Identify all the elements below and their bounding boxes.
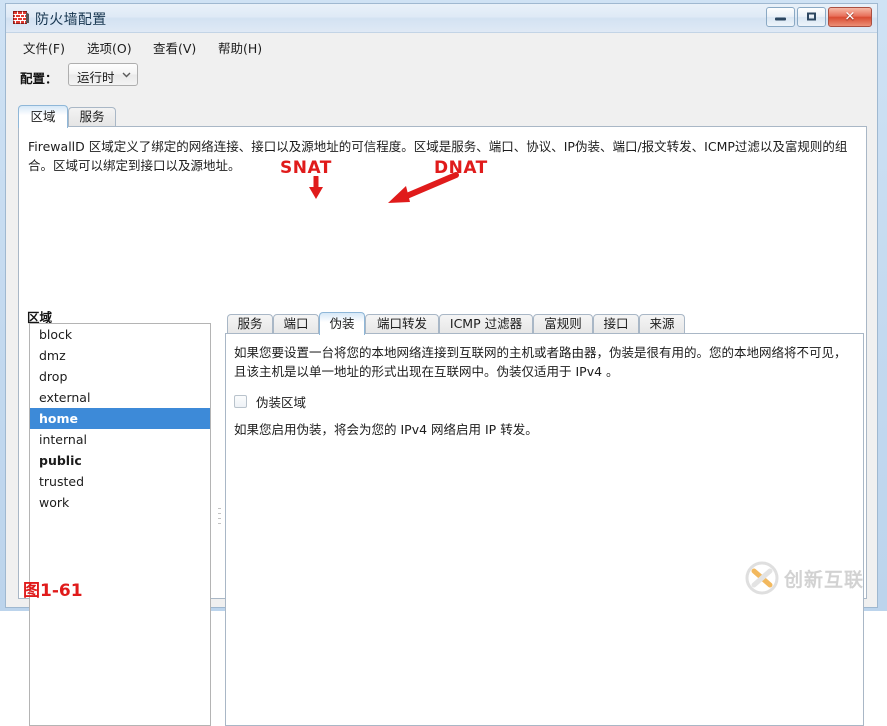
menu-view[interactable]: 查看(V): [150, 37, 199, 58]
figure-caption: 图1-61: [23, 581, 83, 601]
window-inner: 防火墙配置 ✕ 文件(F) 选项(O) 查看(V) 帮助(H) 配置： 运行时 …: [5, 3, 878, 726]
zone-item-trusted[interactable]: trusted: [30, 471, 210, 492]
maximize-icon: [807, 12, 816, 21]
firewall-brick-icon: [13, 11, 29, 24]
window-frame: 防火墙配置 ✕ 文件(F) 选项(O) 查看(V) 帮助(H) 配置： 运行时 …: [0, 0, 887, 726]
tab-zones[interactable]: 区域: [18, 105, 68, 128]
masquerade-checkbox-label: 伪装区域: [256, 395, 307, 410]
tab-port-forward[interactable]: 端口转发: [365, 314, 439, 334]
tab-services-inner[interactable]: 服务: [227, 314, 273, 334]
zone-item-dmz[interactable]: dmz: [30, 345, 210, 366]
menu-help[interactable]: 帮助(H): [215, 37, 265, 58]
annotation-snat-label: SNAT: [280, 158, 332, 178]
zone-item-drop[interactable]: drop: [30, 366, 210, 387]
watermark-text: 创新互联: [784, 568, 865, 591]
masquerade-description: 如果您要设置一台将您的本地网络连接到互联网的主机或者路由器，伪装是很有用的。您的…: [234, 345, 847, 379]
masquerade-note: 如果您启用伪装，将会为您的 IPv4 网络启用 IP 转发。: [234, 422, 538, 437]
outer-tab-strip: 区域 服务: [18, 105, 867, 128]
tab-icmp-filter[interactable]: ICMP 过滤器: [439, 314, 533, 334]
close-icon: ✕: [844, 9, 856, 25]
masquerade-panel: 如果您要设置一台将您的本地网络连接到互联网的主机或者路由器，伪装是很有用的。您的…: [225, 333, 864, 726]
zone-item-external[interactable]: external: [30, 387, 210, 408]
zone-item-block[interactable]: block: [30, 324, 210, 345]
splitter-grip: [218, 508, 221, 542]
tab-services[interactable]: 服务: [68, 107, 116, 127]
zone-item-work[interactable]: work: [30, 492, 210, 513]
zone-item-public[interactable]: public: [30, 450, 210, 471]
tab-sources[interactable]: 来源: [639, 314, 685, 334]
zone-item-internal[interactable]: internal: [30, 429, 210, 450]
zone-item-home[interactable]: home: [30, 408, 210, 429]
menu-bar: 文件(F) 选项(O) 查看(V) 帮助(H): [6, 33, 877, 58]
config-dropdown-value: 运行时: [77, 70, 115, 85]
masquerade-checkbox-row[interactable]: 伪装区域: [234, 392, 306, 411]
inner-tab-strip: 服务 端口 伪装 端口转发 ICMP 过滤器 富规则 接口 来源: [227, 312, 685, 335]
tab-masquerade[interactable]: 伪装: [319, 312, 365, 335]
title-bar[interactable]: 防火墙配置 ✕: [6, 4, 877, 33]
tab-rich-rules[interactable]: 富规则: [533, 314, 593, 334]
tab-interfaces[interactable]: 接口: [593, 314, 639, 334]
circle-x-logo: [745, 561, 779, 595]
window-title: 防火墙配置: [35, 12, 107, 28]
annotation-dnat-label: DNAT: [434, 158, 488, 178]
zone-list[interactable]: block dmz drop external home internal pu…: [29, 323, 211, 726]
config-label: 配置：: [20, 71, 58, 86]
menu-file[interactable]: 文件(F): [20, 37, 68, 58]
menu-options[interactable]: 选项(O): [84, 37, 135, 58]
minimize-button[interactable]: [766, 7, 795, 27]
panel-splitter[interactable]: [217, 323, 223, 726]
zones-panel: FirewallD 区域定义了绑定的网络连接、接口以及源地址的可信程度。区域是服…: [18, 126, 867, 726]
config-dropdown[interactable]: 运行时: [68, 63, 138, 86]
masquerade-checkbox[interactable]: [234, 395, 247, 408]
tab-ports[interactable]: 端口: [273, 314, 319, 334]
minimize-icon: [775, 17, 786, 21]
app-root: 防火墙配置 ✕ 文件(F) 选项(O) 查看(V) 帮助(H) 配置： 运行时 …: [0, 0, 887, 726]
window-controls: ✕: [766, 7, 872, 27]
close-button[interactable]: ✕: [828, 7, 872, 27]
watermark: 创新互联: [745, 561, 864, 595]
config-row: 配置： 运行时: [6, 58, 877, 94]
chevron-down-icon: [122, 72, 131, 78]
maximize-button[interactable]: [797, 7, 826, 27]
